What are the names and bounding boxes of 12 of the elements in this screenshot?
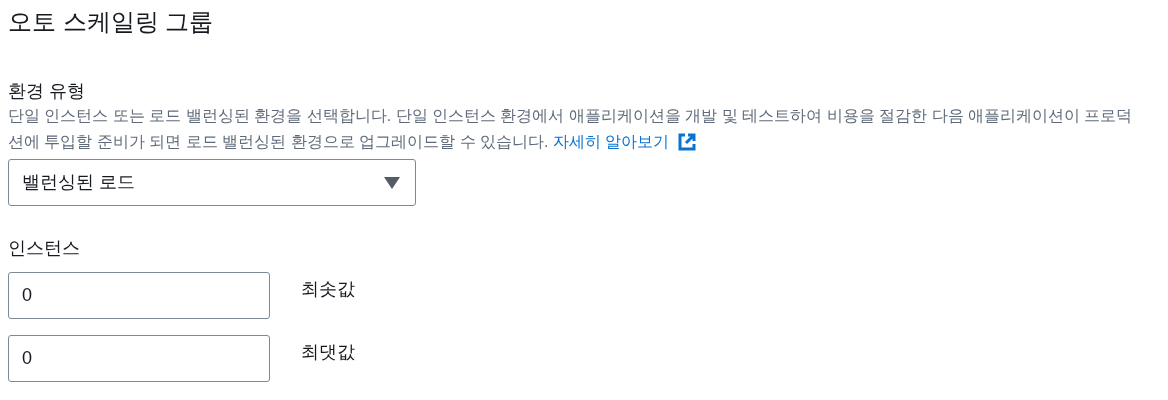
field-description: 단일 인스턴스 또는 로드 밸런싱된 환경을 선택합니다. 단일 인스턴스 환경에서 애플리케이션을 개발 및 테스트하여 비용을 절감한 다음 애플리케이션이 프로덕션에 투입할 준비가 되면 로드 밸런싱된 환경으로 업그레이드할 수 있습니다. 자세히 알아보기 — [8, 103, 1148, 155]
number-input[interactable]: 0 — [8, 335, 270, 382]
learn-more-link[interactable]: 자세히 알아보기 — [552, 129, 698, 155]
environment-type-select[interactable]: 밸런싱된 로드 — [8, 159, 416, 206]
input-label: 최솟값 — [301, 278, 355, 301]
input-label: 최댓값 — [301, 341, 355, 364]
field-label: 환경 유형 — [8, 80, 85, 103]
section-title: 오토 스케일링 그룹 — [8, 7, 214, 37]
number-input[interactable]: 0 — [8, 272, 270, 319]
field-label: 인스턴스 — [8, 237, 80, 260]
caret-icon — [384, 176, 400, 189]
external-link-icon — [677, 132, 698, 152]
